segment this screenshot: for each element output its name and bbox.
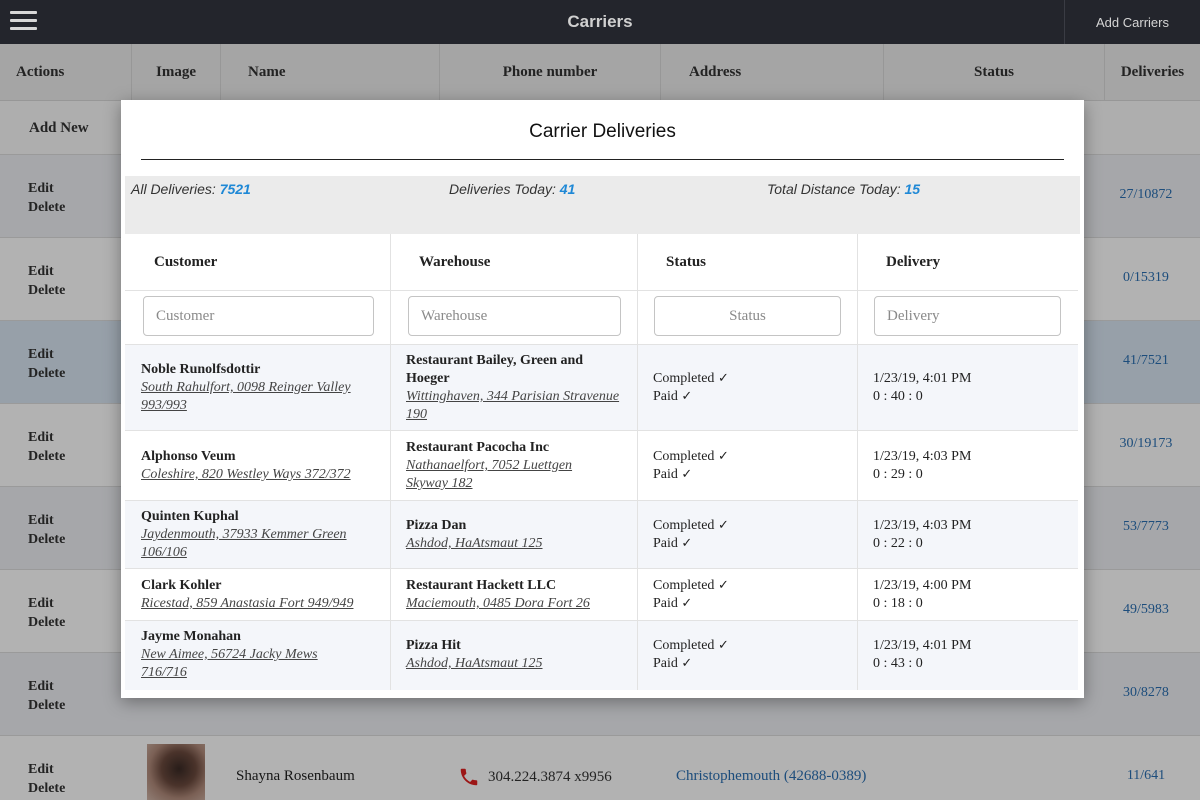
warehouse-cell: Pizza Hit Ashdod, HaAtsmaut 125 (406, 637, 626, 673)
column-header-status: Status (666, 253, 707, 270)
delivery-date: 1/23/19, 4:03 PM (873, 449, 972, 464)
status-filter-input[interactable] (654, 296, 841, 336)
warehouse-cell: Pizza Dan Ashdod, HaAtsmaut 125 (406, 517, 626, 553)
status-cell: Completed ✓ Paid ✓ (653, 517, 729, 553)
warehouse-name: Restaurant Hackett LLC (406, 578, 557, 593)
check-icon: ✓ (717, 449, 729, 464)
customer-name: Noble Runolfsdottir (141, 362, 261, 377)
carrier-deliveries-modal: Carrier Deliveries All Deliveries: 7521 … (121, 100, 1084, 698)
customer-name: Jayme Monahan (141, 629, 241, 644)
delivery-stats: All Deliveries: 7521 Deliveries Today: 4… (125, 176, 1080, 234)
delivery-date: 1/23/19, 4:03 PM (873, 518, 972, 533)
check-icon: ✓ (717, 638, 729, 653)
customer-cell: Clark Kohler Ricestad, 859 Anastasia For… (141, 577, 381, 613)
column-header-customer: Customer (154, 253, 218, 270)
warehouse-address-link[interactable]: Maciemouth, 0485 Dora Fort 26 (406, 595, 626, 613)
stat-deliveries-today: Deliveries Today: 41 (449, 181, 576, 197)
customer-address-link[interactable]: South Rahulfort, 0098 Reinger Valley 993… (141, 379, 381, 415)
customer-address-link[interactable]: Coleshire, 820 Westley Ways 372/372 (141, 466, 381, 484)
warehouse-address-link[interactable]: Wittinghaven, 344 Parisian Stravenue 190 (406, 388, 626, 424)
modal-title: Carrier Deliveries (529, 121, 676, 142)
page-title: Carriers (567, 12, 633, 31)
paid-label: Paid (653, 467, 678, 482)
completed-label: Completed (653, 518, 715, 533)
paid-label: Paid (653, 596, 678, 611)
customer-cell: Quinten Kuphal Jaydenmouth, 37933 Kemmer… (141, 508, 381, 562)
delivery-cell: 1/23/19, 4:03 PM 0 : 22 : 0 (873, 517, 971, 553)
warehouse-address-link[interactable]: Ashdod, HaAtsmaut 125 (406, 655, 626, 673)
delivery-date: 1/23/19, 4:01 PM (873, 371, 972, 386)
column-header-warehouse: Warehouse (419, 253, 491, 270)
completed-label: Completed (653, 449, 715, 464)
delivery-cell: 1/23/19, 4:01 PM 0 : 43 : 0 (873, 637, 971, 673)
check-icon: ✓ (681, 536, 693, 551)
paid-label: Paid (653, 389, 678, 404)
paid-label: Paid (653, 656, 678, 671)
delivery-duration: 0 : 18 : 0 (873, 596, 923, 611)
add-carriers-button[interactable]: Add Carriers (1064, 0, 1200, 44)
warehouse-name: Restaurant Bailey, Green and Hoeger (406, 353, 584, 386)
delivery-duration: 0 : 22 : 0 (873, 536, 923, 551)
warehouse-name: Pizza Dan (406, 518, 467, 533)
warehouse-name: Restaurant Pacocha Inc (406, 440, 550, 455)
check-icon: ✓ (717, 371, 729, 386)
delivery-duration: 0 : 40 : 0 (873, 389, 923, 404)
deliveries-table: Customer Warehouse Status Delivery Noble… (125, 234, 1078, 690)
check-icon: ✓ (681, 467, 693, 482)
customer-name: Alphonso Veum (141, 449, 236, 464)
delivery-filter-input[interactable] (874, 296, 1061, 336)
check-icon: ✓ (681, 596, 693, 611)
customer-filter-input[interactable] (143, 296, 374, 336)
completed-label: Completed (653, 638, 715, 653)
check-icon: ✓ (717, 578, 729, 593)
warehouse-filter-input[interactable] (408, 296, 621, 336)
stat-total-distance: Total Distance Today: 15 (767, 181, 921, 197)
warehouse-address-link[interactable]: Nathanaelfort, 7052 Luettgen Skyway 182 (406, 457, 606, 493)
warehouse-name: Pizza Hit (406, 638, 461, 653)
stat-all-deliveries: All Deliveries: 7521 (131, 181, 251, 197)
completed-label: Completed (653, 371, 715, 386)
customer-address-link[interactable]: Ricestad, 859 Anastasia Fort 949/949 (141, 595, 381, 613)
paid-label: Paid (653, 536, 678, 551)
warehouse-cell: Restaurant Hackett LLC Maciemouth, 0485 … (406, 577, 626, 613)
check-icon: ✓ (681, 389, 693, 404)
delivery-cell: 1/23/19, 4:03 PM 0 : 29 : 0 (873, 448, 971, 484)
status-cell: Completed ✓ Paid ✓ (653, 577, 729, 613)
delivery-duration: 0 : 29 : 0 (873, 467, 923, 482)
status-cell: Completed ✓ Paid ✓ (653, 448, 729, 484)
customer-cell: Jayme Monahan New Aimee, 56724 Jacky Mew… (141, 628, 351, 682)
top-bar: Carriers Add Carriers (0, 0, 1200, 44)
status-cell: Completed ✓ Paid ✓ (653, 637, 729, 673)
customer-name: Quinten Kuphal (141, 509, 239, 524)
column-header-delivery: Delivery (886, 253, 941, 270)
customer-address-link[interactable]: Jaydenmouth, 37933 Kemmer Green 106/106 (141, 526, 381, 562)
warehouse-cell: Restaurant Pacocha Inc Nathanaelfort, 70… (406, 439, 606, 493)
delivery-cell: 1/23/19, 4:01 PM 0 : 40 : 0 (873, 370, 971, 406)
delivery-cell: 1/23/19, 4:00 PM 0 : 18 : 0 (873, 577, 971, 613)
title-divider (141, 159, 1064, 160)
check-icon: ✓ (681, 656, 693, 671)
customer-address-link[interactable]: New Aimee, 56724 Jacky Mews 716/716 (141, 646, 351, 682)
customer-cell: Noble Runolfsdottir South Rahulfort, 009… (141, 361, 381, 415)
status-cell: Completed ✓ Paid ✓ (653, 370, 729, 406)
delivery-duration: 0 : 43 : 0 (873, 656, 923, 671)
completed-label: Completed (653, 578, 715, 593)
delivery-date: 1/23/19, 4:01 PM (873, 638, 972, 653)
warehouse-cell: Restaurant Bailey, Green and Hoeger Witt… (406, 352, 626, 424)
delivery-date: 1/23/19, 4:00 PM (873, 578, 972, 593)
customer-cell: Alphonso Veum Coleshire, 820 Westley Way… (141, 448, 381, 484)
check-icon: ✓ (717, 518, 729, 533)
warehouse-address-link[interactable]: Ashdod, HaAtsmaut 125 (406, 535, 626, 553)
customer-name: Clark Kohler (141, 578, 222, 593)
